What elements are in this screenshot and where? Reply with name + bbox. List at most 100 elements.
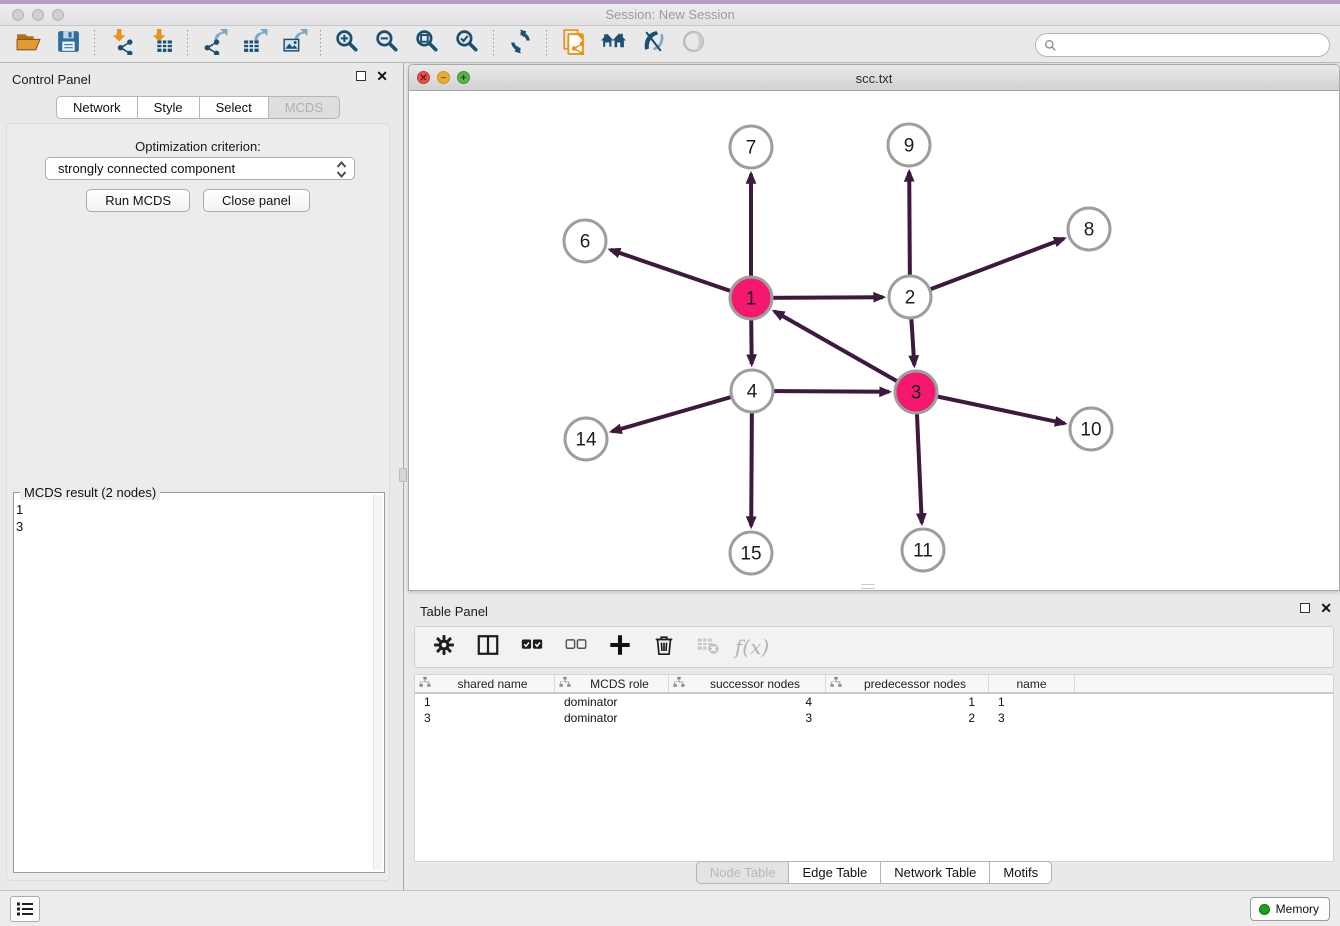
control-panel-title: Control Panel	[0, 72, 91, 87]
table-header-row: shared nameMCDS rolesuccessor nodesprede…	[415, 675, 1333, 694]
node-9[interactable]: 9	[888, 124, 930, 166]
tab-node-table[interactable]: Node Table	[696, 861, 790, 884]
table-cell[interactable]: 3	[669, 710, 826, 726]
column-header-name[interactable]: name	[989, 675, 1075, 692]
visibility-button	[673, 29, 713, 59]
table-cell[interactable]: 1	[415, 694, 555, 710]
zoom-selected-button[interactable]	[447, 29, 487, 59]
splitter-grip[interactable]	[399, 468, 407, 482]
home-icon	[600, 28, 627, 60]
node-7[interactable]: 7	[730, 126, 772, 168]
node-11[interactable]: 11	[902, 529, 944, 571]
open-session-button[interactable]	[8, 29, 48, 59]
close-panel-icon[interactable]: ✕	[376, 71, 388, 81]
close-panel-button[interactable]: Close panel	[203, 189, 310, 212]
edge-3-1[interactable]	[775, 311, 917, 392]
column-header-successor-nodes[interactable]: successor nodes	[669, 675, 826, 692]
refresh-button[interactable]	[500, 29, 540, 59]
table-cell[interactable]: 3	[415, 710, 555, 726]
tab-network-table[interactable]: Network Table	[881, 861, 990, 884]
toolbar-separator	[94, 30, 95, 58]
criterion-select[interactable]: strongly connected component	[45, 157, 355, 180]
table-row[interactable]: 3dominator323	[415, 710, 1333, 726]
tab-select[interactable]: Select	[200, 96, 269, 119]
gear-button[interactable]	[429, 632, 459, 662]
node-label: 3	[911, 383, 922, 404]
table-row[interactable]: 1dominator411	[415, 694, 1333, 710]
tab-motifs[interactable]: Motifs	[990, 861, 1052, 884]
node-6[interactable]: 6	[564, 220, 606, 262]
home-button[interactable]	[593, 29, 633, 59]
column-header-MCDS-role[interactable]: MCDS role	[555, 675, 669, 692]
node-8[interactable]: 8	[1068, 208, 1110, 250]
export-network-button[interactable]	[194, 29, 234, 59]
table-cell[interactable]: 3	[989, 710, 1075, 726]
edge-3-10[interactable]	[916, 392, 1065, 423]
canvas-resize-grip[interactable]	[861, 584, 875, 589]
table-cell[interactable]: 2	[826, 710, 989, 726]
network-canvas[interactable]: 7 9 6 8 1 2 4 3 14 10 15 11	[409, 91, 1339, 590]
columns-button[interactable]	[473, 632, 503, 662]
table-cell[interactable]: dominator	[555, 710, 669, 726]
select-all-button[interactable]	[517, 632, 547, 662]
panel-splitter[interactable]	[396, 63, 408, 890]
tab-network[interactable]: Network	[56, 96, 138, 119]
task-history-button[interactable]	[10, 896, 40, 922]
tab-edge-table[interactable]: Edge Table	[789, 861, 881, 884]
node-1[interactable]: 1	[730, 277, 772, 319]
table-cell[interactable]: 1	[989, 694, 1075, 710]
list-icon	[16, 901, 34, 917]
column-label: shared name	[431, 677, 554, 691]
delete-row-button[interactable]	[649, 632, 679, 662]
clone-network-button[interactable]	[553, 29, 593, 59]
import-network-icon	[108, 28, 135, 60]
import-table-button[interactable]	[141, 29, 181, 59]
export-table-button[interactable]	[234, 29, 274, 59]
table-cell[interactable]: dominator	[555, 694, 669, 710]
network-view-title: scc.txt	[409, 71, 1339, 86]
run-mcds-button[interactable]: Run MCDS	[86, 189, 190, 212]
zoom-fit-button[interactable]	[407, 29, 447, 59]
refresh-icon	[507, 28, 534, 60]
edge-2-8[interactable]	[910, 239, 1064, 297]
open-session-icon	[15, 28, 42, 60]
column-header-shared-name[interactable]: shared name	[415, 675, 555, 692]
node-14[interactable]: 14	[565, 418, 607, 460]
tab-style[interactable]: Style	[138, 96, 200, 119]
node-3[interactable]: 3	[895, 371, 937, 413]
float-table-panel-icon[interactable]	[1300, 603, 1310, 613]
column-header-predecessor-nodes[interactable]: predecessor nodes	[826, 675, 989, 692]
add-row-button[interactable]	[605, 632, 635, 662]
deselect-all-button[interactable]	[561, 632, 591, 662]
search-box[interactable]	[1035, 33, 1330, 57]
export-image-button[interactable]	[274, 29, 314, 59]
node-15[interactable]: 15	[730, 532, 772, 574]
memory-button[interactable]: Memory	[1250, 897, 1330, 921]
network-graph[interactable]: 7 9 6 8 1 2 4 3 14 10 15 11	[409, 91, 1339, 590]
search-input[interactable]	[1057, 35, 1329, 55]
mcds-result-group: MCDS result (2 nodes) 1 3	[13, 492, 385, 873]
mcds-result-text[interactable]: 1 3	[16, 501, 23, 535]
table-cell[interactable]: 4	[669, 694, 826, 710]
delete-table-button	[693, 632, 723, 662]
import-network-button[interactable]	[101, 29, 141, 59]
save-session-button[interactable]	[48, 29, 88, 59]
table-cell[interactable]: 1	[826, 694, 989, 710]
node-label: 9	[904, 136, 915, 157]
zoom-out-button[interactable]	[367, 29, 407, 59]
import-table-icon	[148, 28, 175, 60]
select-stepper-icon[interactable]	[335, 160, 348, 182]
network-window-titlebar[interactable]: ✕ − + scc.txt	[409, 65, 1339, 91]
tab-mcds[interactable]: MCDS	[269, 96, 340, 119]
node-4[interactable]: 4	[731, 370, 773, 412]
node-label: 14	[575, 430, 597, 451]
hide-details-icon	[640, 28, 667, 60]
close-table-panel-icon[interactable]: ✕	[1320, 603, 1332, 613]
float-panel-icon[interactable]	[356, 71, 366, 81]
hide-details-button[interactable]	[633, 29, 673, 59]
node-10[interactable]: 10	[1070, 408, 1112, 450]
result-scrollbar[interactable]	[373, 495, 382, 870]
zoom-in-button[interactable]	[327, 29, 367, 59]
node-2[interactable]: 2	[889, 276, 931, 318]
node-label: 2	[905, 288, 916, 309]
